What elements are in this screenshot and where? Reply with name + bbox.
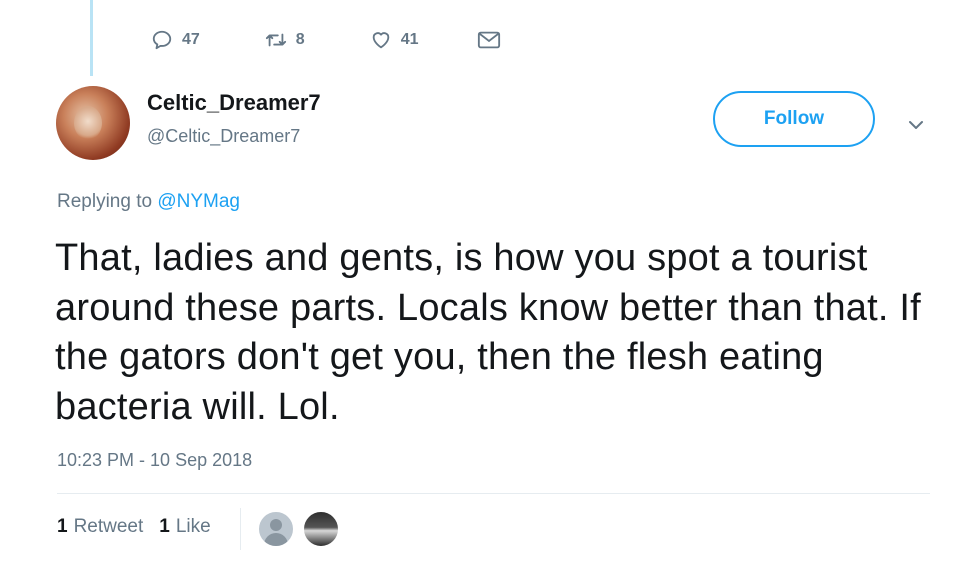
envelope-icon	[477, 28, 501, 52]
heart-icon	[369, 28, 393, 52]
replying-mention-link[interactable]: @NYMag	[157, 191, 240, 212]
direct-message-button[interactable]	[477, 28, 509, 52]
divider	[57, 493, 930, 494]
tweet-stats: 1 Retweet 1 Like	[57, 516, 227, 538]
tweet-timestamp[interactable]: 10:23 PM - 10 Sep 2018	[57, 450, 252, 471]
follow-button[interactable]: Follow	[713, 91, 875, 147]
reply-count: 47	[182, 31, 200, 48]
retweets-stat[interactable]: 1 Retweet	[57, 516, 143, 538]
likes-count: 1	[159, 516, 170, 537]
retweet-icon	[264, 28, 288, 52]
stats-divider	[240, 508, 241, 550]
likes-label: Like	[175, 516, 211, 537]
replying-prefix: Replying to	[57, 191, 153, 212]
liker-avatar[interactable]	[257, 510, 295, 548]
like-count: 41	[400, 31, 419, 48]
retweets-count: 1	[57, 516, 68, 537]
chevron-down-icon[interactable]	[905, 114, 927, 136]
reply-button[interactable]: 47	[150, 28, 200, 52]
previous-tweet-actions: 47 8 41	[150, 24, 509, 56]
likes-stat[interactable]: 1 Like	[159, 516, 210, 538]
reply-icon	[150, 28, 174, 52]
retweets-label: Retweet	[73, 516, 144, 537]
avatar[interactable]	[56, 86, 130, 160]
retweet-button[interactable]: 8	[264, 28, 305, 52]
display-name[interactable]: Celtic_Dreamer7	[147, 90, 321, 116]
liker-avatar[interactable]	[302, 510, 340, 548]
thread-connector-line	[90, 0, 93, 76]
user-handle[interactable]: @Celtic_Dreamer7	[147, 126, 300, 147]
replying-to-line: Replying to @NYMag	[57, 191, 240, 213]
retweet-count: 8	[295, 31, 305, 48]
like-button[interactable]: 41	[369, 28, 419, 52]
tweet-text: That, ladies and gents, is how you spot …	[55, 237, 921, 428]
